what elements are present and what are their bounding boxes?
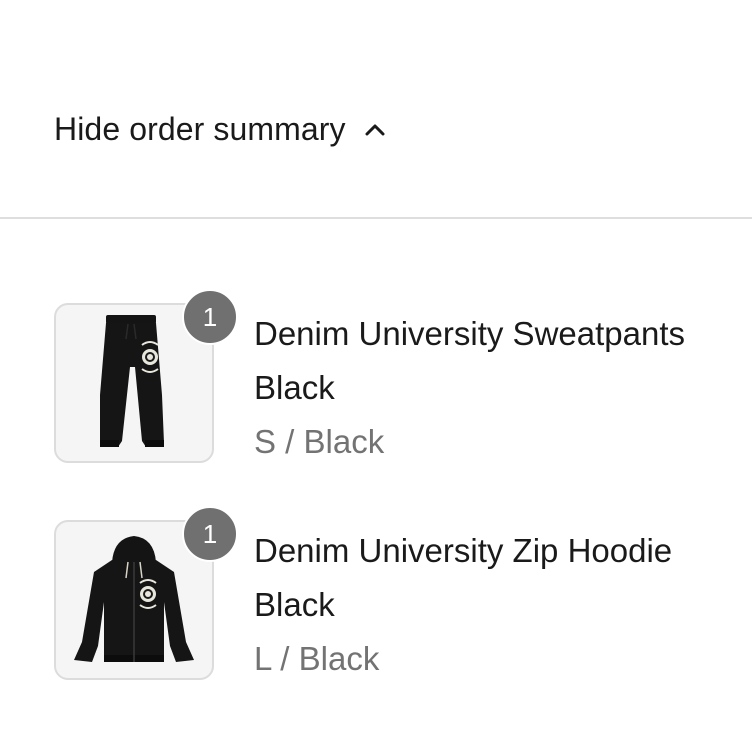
- order-summary-toggle-label: Hide order summary: [54, 110, 346, 147]
- product-name: Denim University Sweatpants: [254, 315, 685, 352]
- product-name: Denim University Zip Hoodie: [254, 532, 673, 569]
- line-item-details: Denim University Zip Hoodie Black L / Bl…: [254, 524, 752, 686]
- section-divider: [0, 217, 752, 219]
- product-thumbnail: 1: [54, 289, 238, 463]
- line-item: 1 Denim University Sweatpants Black S / …: [54, 289, 752, 469]
- line-item-details: Denim University Sweatpants Black S / Bl…: [254, 307, 752, 469]
- product-variant: S / Black: [254, 423, 385, 460]
- quantity-badge: 1: [182, 506, 238, 562]
- line-item: 1 Denim University Zip Hoodie Black L / …: [54, 506, 752, 686]
- order-summary-toggle[interactable]: Hide order summary: [54, 104, 386, 154]
- product-thumbnail: 1: [54, 506, 238, 680]
- product-variant: L / Black: [254, 640, 380, 677]
- product-color-name: Black: [254, 586, 335, 623]
- product-color-name: Black: [254, 369, 335, 406]
- chevron-up-icon: [365, 124, 385, 136]
- quantity-badge: 1: [182, 289, 238, 345]
